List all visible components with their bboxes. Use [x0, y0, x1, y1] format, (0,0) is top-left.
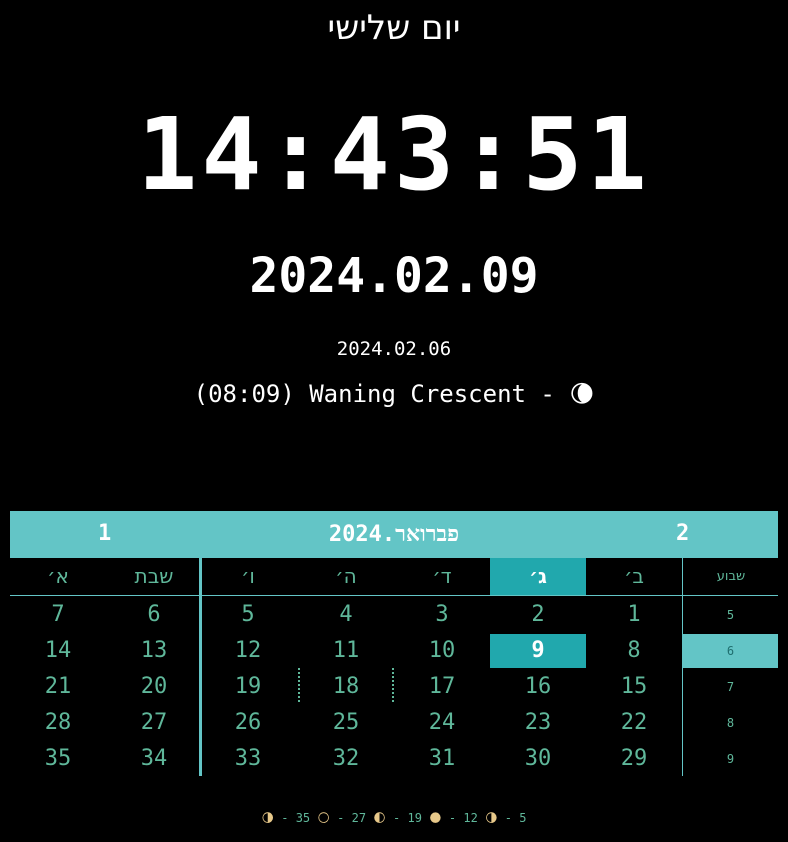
calendar-day-cell[interactable]: 9	[490, 634, 586, 668]
calendar-day-cell[interactable]: 28	[10, 706, 106, 740]
calendar-day-cell[interactable]: 18	[298, 670, 394, 704]
moon-phase-icon: 🌗	[261, 811, 275, 825]
calendar-day-cell[interactable]: 13	[106, 634, 202, 668]
calendar-day-cell[interactable]: 17	[394, 670, 490, 704]
calendar-day-cell[interactable]: 30	[490, 742, 586, 776]
moon-phase-icon: 🌑	[429, 811, 442, 825]
week-number-cell: 5	[726, 608, 735, 622]
calendar-day-cell[interactable]: 2	[490, 598, 586, 632]
date-main: 2024.02.09	[249, 248, 539, 304]
calendar-day-cell[interactable]: 6	[106, 598, 202, 632]
calendar-day-cell[interactable]: 21	[10, 670, 106, 704]
calendar-day-cell[interactable]: 27	[106, 706, 202, 740]
calendar-day-cell[interactable]: 7	[10, 598, 106, 632]
calendar-day-cell[interactable]: 15	[586, 670, 682, 704]
calendar-day-cell[interactable]: 33	[200, 742, 296, 776]
clock: 14:43:51	[137, 96, 651, 213]
calendar-month-label: פברואר.2024	[328, 522, 460, 547]
moon-phase-footer: 🌗 - 35 🌕 - 27 🌓 - 19 🌑 - 12 🌗 - 5	[261, 811, 527, 825]
calendar-day-cell[interactable]: 5	[200, 598, 296, 632]
calendar-day-cell[interactable]: 23	[490, 706, 586, 740]
day-of-week-header: ה׳	[335, 564, 357, 588]
calendar-day-cell[interactable]: 29	[586, 742, 682, 776]
calendar-day-cell[interactable]: 3	[394, 598, 490, 632]
calendar-header: 1 פברואר.2024 2	[10, 511, 778, 558]
day-name: יום שלישי	[327, 8, 461, 48]
moon-phase-icon: 🌓	[373, 811, 386, 825]
calendar-day-cell[interactable]: 4	[298, 598, 394, 632]
calendar-day-cell[interactable]: 34	[106, 742, 202, 776]
date-secondary: 2024.02.06	[336, 338, 452, 360]
calendar-header-divider	[10, 595, 778, 596]
calendar-day-cell[interactable]: 31	[394, 742, 490, 776]
day-of-week-header: ג׳	[490, 558, 586, 595]
moon-phase-day: 35	[295, 811, 311, 825]
calendar-day-cell[interactable]: 16	[490, 670, 586, 704]
moon-phase-text: (08:09) Waning Crescent -	[193, 380, 570, 408]
day-of-week-header: ו׳	[241, 564, 255, 588]
moon-phase-day: 19	[407, 811, 422, 825]
calendar-right-label: 2	[676, 521, 690, 546]
day-of-week-header: א׳	[47, 564, 69, 588]
moon-phase-day: 12	[463, 811, 478, 825]
week-number-cell: 7	[726, 680, 735, 694]
week-number-cell: 8	[726, 716, 735, 730]
day-of-week-header: ד׳	[432, 564, 452, 588]
calendar-day-cell[interactable]: 10	[394, 634, 490, 668]
calendar-day-cell[interactable]: 25	[298, 706, 394, 740]
calendar-day-cell[interactable]: 1	[586, 598, 682, 632]
day-of-week-header: ב׳	[624, 564, 644, 588]
waning-crescent-icon: 🌘	[569, 380, 595, 408]
calendar-day-cell[interactable]: 35	[10, 742, 106, 776]
calendar-day-cell[interactable]: 11	[298, 634, 394, 668]
week-number-header: שבוע	[716, 569, 746, 584]
calendar-day-cell[interactable]: 26	[200, 706, 296, 740]
calendar-day-cell[interactable]: 24	[394, 706, 490, 740]
moon-phase-day: 27	[351, 811, 367, 825]
moon-phase-icon: 🌗	[485, 811, 498, 825]
day-of-week-header: שבת	[134, 564, 174, 588]
calendar-day-cell[interactable]: 8	[586, 634, 682, 668]
calendar-day-cell[interactable]: 14	[10, 634, 106, 668]
week-number-cell: 9	[726, 752, 735, 766]
week-number-cell: 6	[683, 634, 778, 668]
calendar-day-cell[interactable]: 22	[586, 706, 682, 740]
moon-phase-day: 5	[519, 811, 527, 825]
moon-phase-icon: 🌕	[317, 811, 330, 825]
calendar-day-cell[interactable]: 20	[106, 670, 202, 704]
calendar-day-cell[interactable]: 19	[200, 670, 296, 704]
calendar-day-cell[interactable]: 12	[200, 634, 296, 668]
moon-phase-line: (08:09) Waning Crescent - 🌘	[0, 380, 788, 408]
calendar-day-cell[interactable]: 32	[298, 742, 394, 776]
